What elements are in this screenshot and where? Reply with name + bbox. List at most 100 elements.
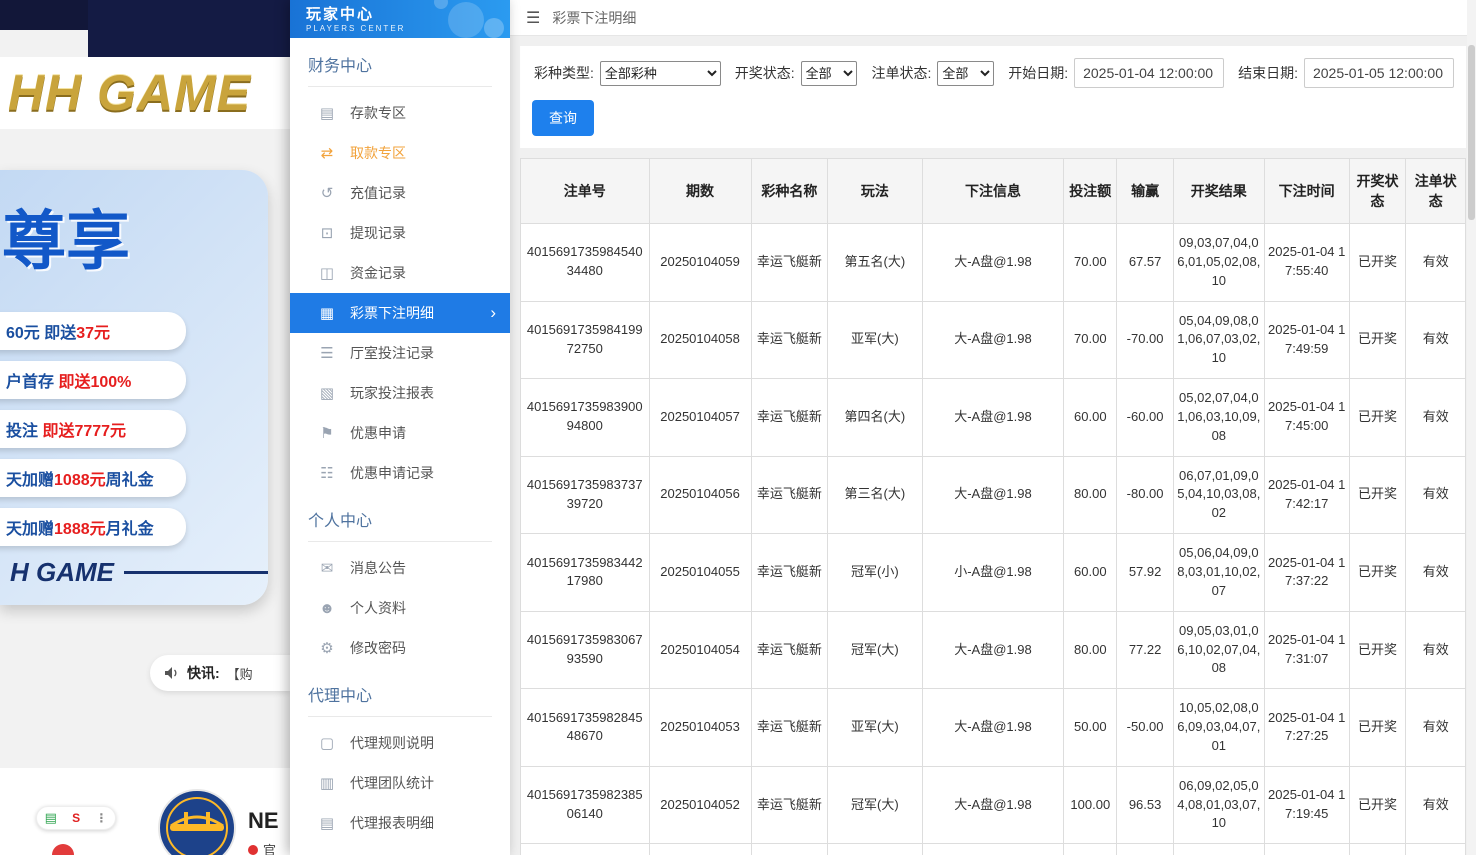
- menu-dots-icon: ⋮: [95, 811, 107, 825]
- table-cell: 有效: [1406, 456, 1466, 534]
- table-row: 40156917359821387879020250104051幸运飞艇新亚军(…: [521, 844, 1466, 855]
- sidebar-item-recharge-records[interactable]: ↺充值记录: [290, 173, 510, 213]
- player-bet-reports-icon: ▧: [316, 384, 338, 402]
- hamburger-menu-icon[interactable]: ☰: [526, 8, 540, 28]
- sidebar-item-label: 充值记录: [350, 183, 406, 203]
- sidebar-item-deposit-zone[interactable]: ▤存款专区: [290, 93, 510, 133]
- background-site: HH GAME 尊享 60元 即送37元户首存 即送100%投注 即送7777元…: [0, 0, 290, 855]
- sidebar-item-change-password[interactable]: ⚙ 修改密码: [290, 628, 510, 668]
- s-badge-icon: S: [72, 811, 80, 825]
- table-cell: 已开奖: [1349, 224, 1406, 302]
- page-title: 彩票下注明细: [552, 8, 636, 28]
- sidebar-item-player-bet-reports[interactable]: ▧玩家投注报表: [290, 373, 510, 413]
- table-cell: 冠军(大): [828, 766, 923, 844]
- sidebar-item-label: 代理团队统计: [350, 773, 434, 793]
- sidebar-item-label: 存款专区: [350, 103, 406, 123]
- table-cell: 幸运飞艇新: [751, 534, 828, 612]
- sidebar-item-funds-records[interactable]: ◫资金记录: [290, 253, 510, 293]
- sidebar-item-withdrawal-records[interactable]: ⊡提现记录: [290, 213, 510, 253]
- lottery-type-select[interactable]: 全部彩种: [600, 61, 721, 86]
- sidebar-item-label: 取款专区: [350, 143, 406, 163]
- table-cell: 大-A盘@1.98: [922, 611, 1064, 689]
- draw-status-select[interactable]: 全部: [801, 61, 858, 86]
- table-cell: 已开奖: [1349, 301, 1406, 379]
- sidebar-item-agent-team-stats[interactable]: ▥代理团队统计: [290, 763, 510, 803]
- funds-records-icon: ◫: [316, 264, 338, 282]
- ticker-label: 快讯:: [187, 663, 220, 683]
- table-cell: 67.57: [1117, 224, 1174, 302]
- promo-badge: 户首存 即送100%: [0, 361, 186, 399]
- table-cell: 04,09,10,01,02,03,05,07,06,08: [1173, 844, 1264, 855]
- table-cell: 401569173598284548670: [521, 689, 650, 767]
- sidebar-item-withdraw-zone[interactable]: ⇄取款专区: [290, 133, 510, 173]
- sidebar-item-messages[interactable]: ✉消息公告: [290, 548, 510, 588]
- floating-red-badge[interactable]: [52, 844, 74, 855]
- table-cell: 幸运飞艇新: [751, 611, 828, 689]
- table-cell: 80.00: [1064, 456, 1117, 534]
- table-cell: 已开奖: [1349, 456, 1406, 534]
- table-cell: 70.00: [1064, 301, 1117, 379]
- table-cell: 幸运飞艇新: [751, 224, 828, 302]
- table-cell: 20250104051: [649, 844, 751, 855]
- sidebar-item-promo-application[interactable]: ⚑优惠申请: [290, 413, 510, 453]
- table-cell: 100.00: [1064, 766, 1117, 844]
- table-cell: 已开奖: [1349, 611, 1406, 689]
- column-header: 下注信息: [922, 159, 1064, 224]
- table-cell: 幸运飞艇新: [751, 379, 828, 457]
- speaker-icon: [164, 666, 180, 680]
- sidebar-item-profile[interactable]: ☻个人资料: [290, 588, 510, 628]
- column-header: 开奖状态: [1349, 159, 1406, 224]
- promo-badge: 60元 即送37元: [0, 312, 186, 350]
- table-cell: 冠军(小): [828, 534, 923, 612]
- end-date-input[interactable]: [1304, 58, 1454, 88]
- table-cell: 有效: [1406, 689, 1466, 767]
- sidebar-section-title: 财务中心: [308, 52, 492, 87]
- table-body: 40156917359845403448020250104059幸运飞艇新第五名…: [521, 224, 1466, 855]
- team-sub: 官: [248, 840, 276, 855]
- table-cell: 20250104054: [649, 611, 751, 689]
- filter-card: 彩种类型: 全部彩种 开奖状态: 全部 注单状态: 全部 开始日期: 结束日期:: [520, 46, 1466, 148]
- table-cell: 20250104058: [649, 301, 751, 379]
- sidebar-item-agent-promotion[interactable]: ≺代理推广管理: [290, 843, 510, 855]
- start-date-label: 开始日期:: [1008, 63, 1068, 83]
- column-header: 玩法: [828, 159, 923, 224]
- table-cell: 2025-01-04 17:19:45: [1264, 766, 1349, 844]
- table-cell: 60.00: [1064, 534, 1117, 612]
- column-header: 期数: [649, 159, 751, 224]
- table-cell: 大-A盘@1.98: [922, 379, 1064, 457]
- table-cell: 有效: [1406, 611, 1466, 689]
- sidebar-item-agent-report-details[interactable]: ▤代理报表明细: [290, 803, 510, 843]
- window-scrollbar[interactable]: [1467, 0, 1476, 855]
- table-cell: 77.22: [1117, 611, 1174, 689]
- change-password-icon: ⚙: [316, 639, 338, 657]
- start-date-input[interactable]: [1074, 58, 1224, 88]
- main-panel: ☰ 彩票下注明细 彩种类型: 全部彩种 开奖状态: 全部 注单状态: 全部: [510, 0, 1476, 855]
- sidebar-item-agent-rules[interactable]: ▢代理规则说明: [290, 723, 510, 763]
- sidebar-item-hall-bet-records[interactable]: ☰厅室投注记录: [290, 333, 510, 373]
- promo-footer-line: [124, 571, 268, 574]
- table-cell: 幸运飞艇新: [751, 301, 828, 379]
- table-cell: 冠军(大): [828, 611, 923, 689]
- search-button[interactable]: 查询: [532, 100, 594, 136]
- sidebar-item-label: 修改密码: [350, 638, 406, 658]
- table-cell: 57.92: [1117, 534, 1174, 612]
- table-cell: 有效: [1406, 844, 1466, 855]
- sidebar-item-promo-application-records[interactable]: ☷优惠申请记录: [290, 453, 510, 493]
- table-cell: 50.00: [1064, 689, 1117, 767]
- table-cell: 已开奖: [1349, 844, 1406, 855]
- table-cell: 401569173598390094800: [521, 379, 650, 457]
- table-cell: 20250104055: [649, 534, 751, 612]
- table-cell: 401569173598306793590: [521, 611, 650, 689]
- table-cell: 401569173598344217980: [521, 534, 650, 612]
- quick-links-chip[interactable]: ▤ S ⋮: [36, 806, 116, 830]
- bet-status-select[interactable]: 全部: [937, 61, 994, 86]
- table-cell: 有效: [1406, 534, 1466, 612]
- chevron-right-icon: ›: [490, 303, 496, 323]
- sidebar-item-lottery-bet-details[interactable]: ▦彩票下注明细›: [290, 293, 510, 333]
- table-cell: 2025-01-04 17:49:59: [1264, 301, 1349, 379]
- table-cell: 06,07,01,09,05,04,10,03,08,02: [1173, 456, 1264, 534]
- news-ticker[interactable]: 快讯: 【购: [150, 655, 290, 691]
- table-cell: 2025-01-04 17:37:22: [1264, 534, 1349, 612]
- scrollbar-thumb[interactable]: [1468, 45, 1475, 220]
- table-cell: 2025-01-04 17:55:40: [1264, 224, 1349, 302]
